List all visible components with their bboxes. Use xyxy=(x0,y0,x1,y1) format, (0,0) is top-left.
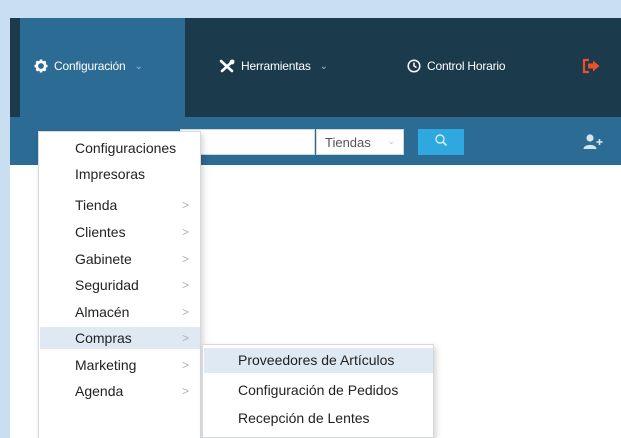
menu-item-label: Tienda xyxy=(75,197,118,213)
menu-item-agenda[interactable]: Agenda > xyxy=(40,380,200,402)
clock-icon xyxy=(407,59,421,73)
configuracion-dropdown-menu: Configuraciones Impresoras Tienda > Clie… xyxy=(38,131,201,438)
store-select-value: Tiendas xyxy=(325,135,371,150)
chevron-right-icon: > xyxy=(182,198,190,212)
menu-item-label: Seguridad xyxy=(75,277,139,293)
menu-item-label: Clientes xyxy=(75,224,126,240)
menu-item-label: Compras xyxy=(75,330,132,346)
chevron-down-icon: ⌄ xyxy=(134,60,143,72)
chevron-down-icon: ⌄ xyxy=(319,60,328,72)
chevron-right-icon: > xyxy=(182,331,190,345)
tools-icon xyxy=(219,59,235,73)
menu-item-almacen[interactable]: Almacén > xyxy=(40,301,200,323)
chevron-right-icon: > xyxy=(182,252,190,266)
submenu-item-recepcion-de-lentes[interactable]: Recepción de Lentes xyxy=(204,406,433,431)
menu-item-label: Configuraciones xyxy=(75,140,177,156)
menu-item-tienda[interactable]: Tienda > xyxy=(40,194,200,216)
gear-icon xyxy=(34,59,48,73)
menu-item-impresoras[interactable]: Impresoras xyxy=(40,163,200,185)
menu-item-label: Marketing xyxy=(75,357,137,373)
chevron-right-icon: > xyxy=(182,225,190,239)
submenu-item-label: Recepción de Lentes xyxy=(238,410,370,426)
logout-icon xyxy=(582,58,602,74)
top-navbar: Configuración ⌄ Herramientas ⌄ Control H… xyxy=(10,18,621,117)
nav-configuracion-label: Configuración xyxy=(54,59,126,73)
menu-item-compras[interactable]: Compras > xyxy=(40,327,200,349)
menu-item-label: Agenda xyxy=(75,383,124,399)
app-window: Configuración ⌄ Herramientas ⌄ Control H… xyxy=(10,18,621,438)
submenu-item-label: Configuración de Pedidos xyxy=(238,382,399,398)
submenu-item-configuracion-de-pedidos[interactable]: Configuración de Pedidos xyxy=(204,378,433,403)
nav-herramientas[interactable]: Herramientas ⌄ xyxy=(219,54,328,78)
submenu-item-label: Proveedores de Artículos xyxy=(238,352,395,368)
add-user-button[interactable] xyxy=(582,133,604,151)
menu-item-seguridad[interactable]: Seguridad > xyxy=(40,274,200,296)
chevron-right-icon: > xyxy=(182,278,190,292)
search-button[interactable] xyxy=(418,129,464,155)
search-icon xyxy=(434,133,448,152)
store-select[interactable]: Tiendas ⌄ xyxy=(316,129,404,155)
add-user-icon xyxy=(582,134,604,155)
submenu-item-proveedores-de-articulos[interactable]: Proveedores de Artículos xyxy=(204,348,433,373)
menu-item-gabinete[interactable]: Gabinete > xyxy=(40,248,200,270)
nav-configuracion[interactable]: Configuración ⌄ xyxy=(34,54,143,78)
menu-item-configuraciones[interactable]: Configuraciones xyxy=(40,137,200,159)
chevron-right-icon: > xyxy=(182,358,190,372)
chevron-down-icon: ⌄ xyxy=(387,136,395,146)
chevron-right-icon: > xyxy=(182,305,190,319)
menu-item-clientes[interactable]: Clientes > xyxy=(40,221,200,243)
compras-submenu: Proveedores de Artículos Configuración d… xyxy=(202,344,434,438)
nav-control-horario-label: Control Horario xyxy=(427,59,506,73)
chevron-right-icon: > xyxy=(182,384,190,398)
nav-herramientas-label: Herramientas xyxy=(241,59,311,73)
menu-item-marketing[interactable]: Marketing > xyxy=(40,354,200,376)
menu-item-label: Almacén xyxy=(75,304,130,320)
nav-control-horario[interactable]: Control Horario xyxy=(407,54,506,78)
logout-button[interactable] xyxy=(582,54,602,78)
menu-item-label: Gabinete xyxy=(75,251,132,267)
menu-item-label: Impresoras xyxy=(75,166,146,182)
